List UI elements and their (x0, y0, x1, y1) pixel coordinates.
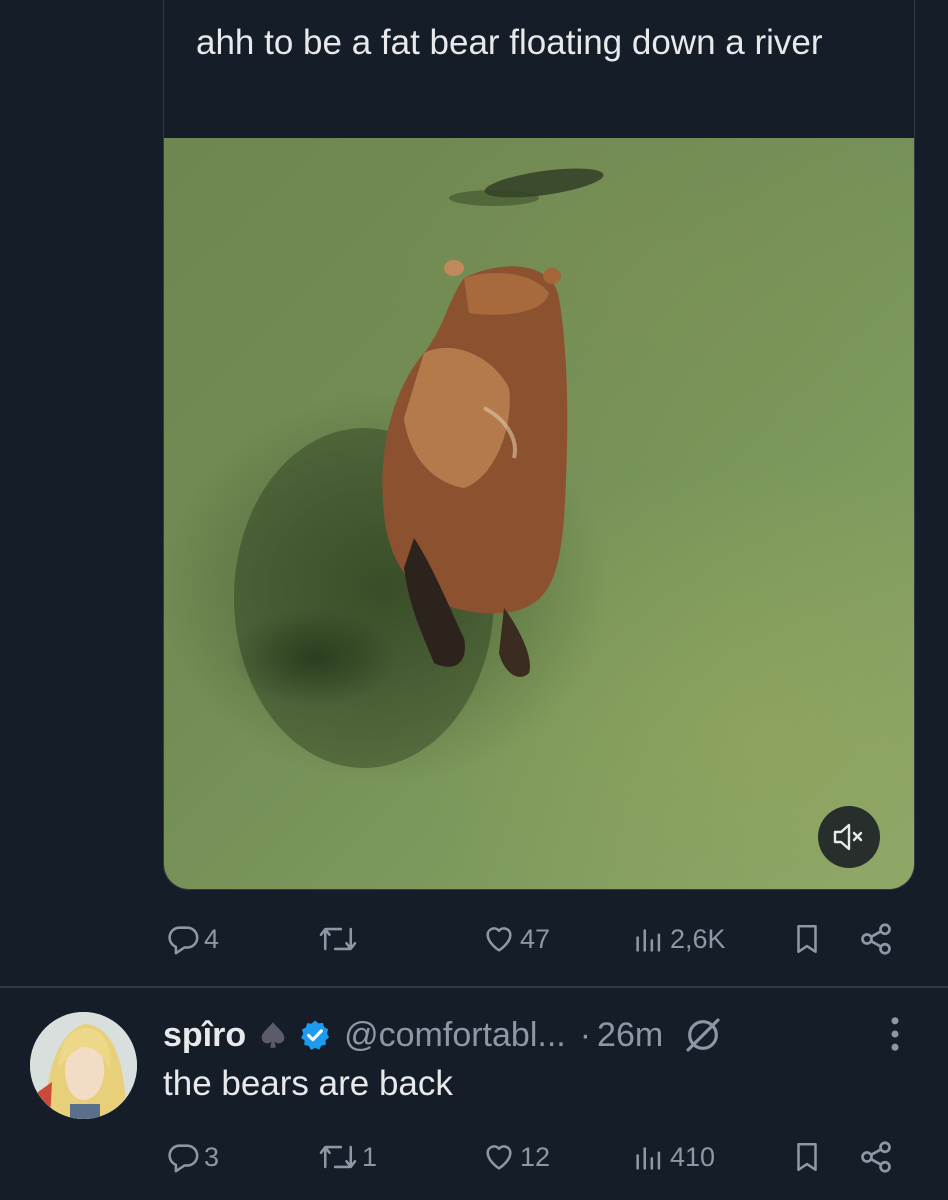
reply-icon (168, 926, 199, 955)
avatar[interactable] (30, 1012, 137, 1119)
mute-button[interactable] (818, 806, 880, 868)
bookmark-button[interactable] (790, 1135, 824, 1179)
quoted-post-actions: 4 47 2,6K (0, 917, 948, 961)
repost-button[interactable] (318, 917, 362, 961)
repost-icon (319, 927, 357, 951)
like-button[interactable]: 47 (482, 917, 550, 961)
bear-video-frame (234, 168, 604, 768)
repost-icon (319, 1145, 357, 1169)
grok-icon[interactable] (683, 1015, 723, 1055)
share-icon (861, 1141, 891, 1173)
reply-post-text: the bears are back (163, 1064, 453, 1103)
repost-count: 1 (362, 1141, 378, 1172)
like-count: 12 (520, 1141, 551, 1172)
views-icon (636, 1147, 661, 1170)
video-player[interactable] (164, 138, 914, 889)
quoted-post-text: ahh to be a fat bear floating down a riv… (196, 23, 823, 62)
separator: · (579, 1015, 592, 1054)
reply-count: 3 (204, 1141, 220, 1172)
bookmark-icon (797, 1142, 817, 1172)
anime-avatar-image (30, 1012, 137, 1119)
views-button[interactable]: 410 (632, 1135, 715, 1179)
reply-post-actions: 3 1 12 410 (0, 1135, 948, 1179)
reply-icon (168, 1144, 199, 1173)
more-options-button[interactable] (880, 1012, 910, 1061)
like-button[interactable]: 12 (482, 1135, 550, 1179)
share-icon (861, 923, 891, 955)
views-count: 410 (670, 1141, 716, 1172)
reply-button[interactable]: 4 (166, 917, 219, 961)
post-divider (0, 986, 948, 988)
heart-icon (486, 1145, 512, 1170)
timestamp[interactable]: 26m (597, 1016, 663, 1055)
share-button[interactable] (858, 1135, 894, 1179)
repost-button[interactable]: 1 (318, 1135, 377, 1179)
handle[interactable]: @comfortabl... (344, 1016, 566, 1055)
views-count: 2,6K (670, 923, 726, 954)
volume-mute-icon (833, 823, 863, 851)
reply-count: 4 (204, 923, 220, 954)
views-button[interactable]: 2,6K (632, 917, 726, 961)
reply-header: spîro @comfortabl... · 26m (163, 1010, 723, 1060)
reply-button[interactable]: 3 (166, 1135, 219, 1179)
verified-icon[interactable] (298, 1018, 332, 1052)
more-vertical-icon (891, 1017, 899, 1051)
views-icon (636, 929, 661, 952)
bookmark-button[interactable] (790, 917, 824, 961)
display-name[interactable]: spîro (163, 1016, 246, 1055)
bookmark-icon (797, 924, 817, 954)
share-button[interactable] (858, 917, 894, 961)
spade-icon (261, 1022, 285, 1048)
like-count: 47 (520, 923, 551, 954)
quoted-post-card[interactable]: ahh to be a fat bear floating down a riv… (163, 0, 915, 890)
heart-icon (486, 927, 512, 952)
